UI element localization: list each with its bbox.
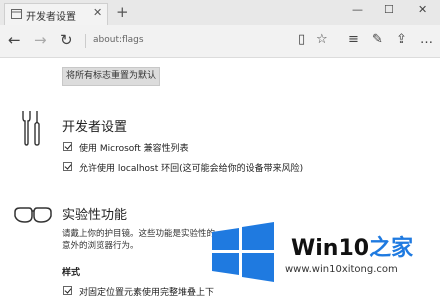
minimize-button[interactable]: — — [352, 3, 363, 16]
address-bar[interactable]: about:flags — [93, 35, 144, 45]
more-icon[interactable]: … — [420, 32, 433, 47]
experimental-description-line-2: 意外的浏览器行为。 — [62, 241, 139, 251]
localhost-loopback-checkbox[interactable] — [63, 162, 72, 171]
goggles-icon — [14, 207, 52, 223]
style-heading: 样式 — [62, 268, 81, 278]
compat-list-label: 使用 Microsoft 兼容性列表 — [79, 144, 189, 154]
favorite-star-icon[interactable]: ☆ — [316, 32, 328, 47]
share-icon[interactable]: ⇪ — [396, 32, 407, 47]
fixed-position-stacking-label: 对固定位置元素使用完整堆叠上下 — [79, 288, 215, 298]
developer-settings-title: 开发者设置 — [62, 120, 128, 135]
watermark-title: Win10之家 — [291, 230, 413, 262]
refresh-button[interactable]: ↻ — [60, 31, 73, 49]
compat-list-checkbox[interactable] — [63, 142, 72, 151]
tab-developer-settings[interactable]: 开发者设置 ✕ — [4, 3, 108, 25]
fixed-position-stacking-checkbox[interactable] — [63, 286, 72, 295]
maximize-button[interactable]: ☐ — [384, 3, 394, 16]
tab-close-icon[interactable]: ✕ — [93, 6, 102, 19]
hub-icon[interactable]: ≡ — [348, 32, 359, 47]
web-note-icon[interactable]: ✎ — [372, 32, 383, 47]
page-icon — [11, 9, 22, 19]
experimental-description-line-1: 请戴上你的护目镜。这些功能是实验性的 — [62, 229, 216, 239]
watermark-title-part2: 之家 — [369, 236, 414, 261]
experimental-features-title: 实验性功能 — [62, 208, 128, 223]
new-tab-button[interactable]: + — [116, 3, 129, 21]
developer-tools-icon — [22, 111, 40, 146]
address-separator — [85, 34, 86, 48]
close-window-button[interactable]: ✕ — [418, 3, 427, 16]
navigation-bar: ← → ↻ about:flags ▯ ☆ ≡ ✎ ⇪ … — [0, 25, 440, 58]
forward-button[interactable]: → — [34, 31, 47, 49]
windows-logo-icon — [212, 222, 274, 282]
localhost-loopback-label: 允许使用 localhost 环回(这可能会给你的设备带来风险) — [79, 164, 304, 174]
win10-watermark: Win10之家 www.win10xitong.com — [207, 218, 437, 295]
tab-title: 开发者设置 — [26, 12, 76, 23]
watermark-title-part1: Win10 — [291, 236, 370, 261]
reading-view-icon[interactable]: ▯ — [298, 32, 305, 47]
watermark-url: www.win10xitong.com — [285, 264, 398, 275]
reset-all-flags-button[interactable]: 将所有标志重置为默认 — [62, 67, 160, 86]
tab-bar: 开发者设置 ✕ + — ☐ ✕ — [0, 0, 440, 26]
back-button[interactable]: ← — [8, 31, 21, 49]
